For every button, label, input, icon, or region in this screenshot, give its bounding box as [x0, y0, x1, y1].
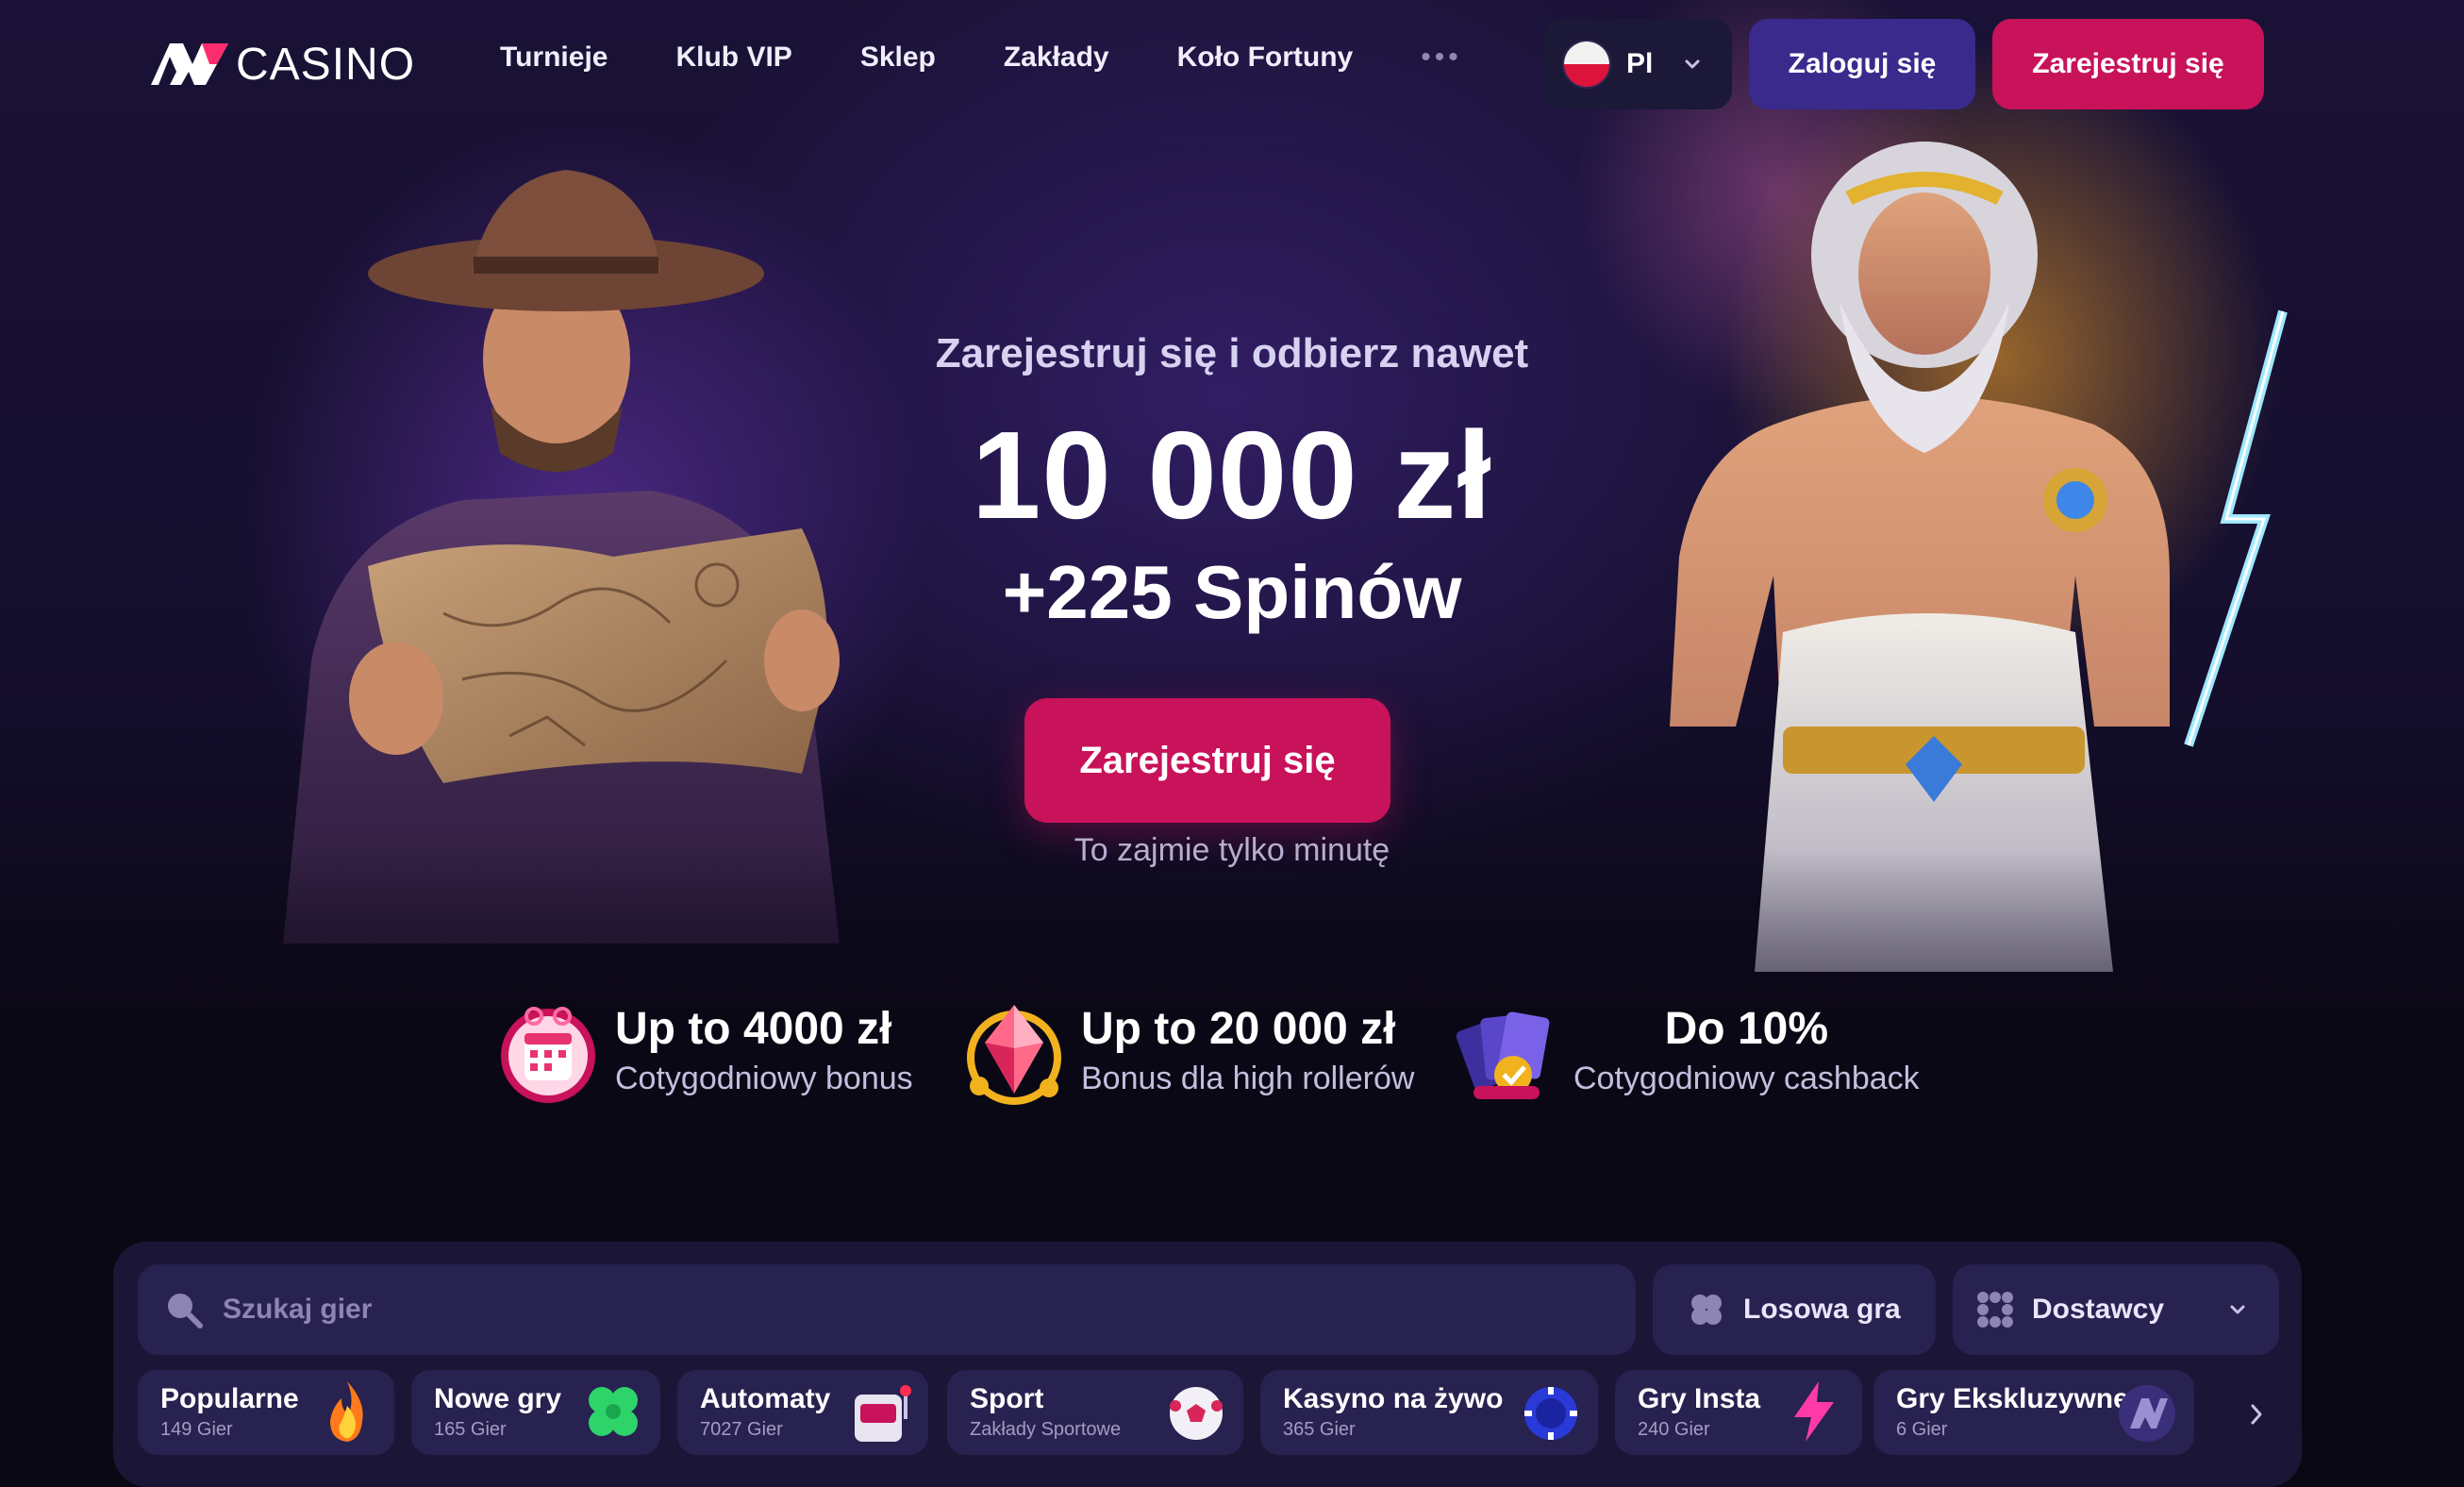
hero-spins: +225 Spinów	[1002, 550, 1462, 634]
nav-item-bets[interactable]: Zakłady	[1004, 42, 1109, 74]
category-slots[interactable]: Automaty 7027 Gier	[677, 1370, 928, 1455]
clover-icon	[589, 1387, 638, 1436]
search-input[interactable]	[221, 1293, 1545, 1327]
fire-icon	[330, 1381, 363, 1442]
category-insta-games[interactable]: Gry Insta 240 Gier	[1615, 1370, 1862, 1455]
nav-item-wheel-of-fortune[interactable]: Koło Fortuny	[1177, 42, 1354, 74]
login-button[interactable]: Zaloguj się	[1749, 19, 1975, 109]
cards-icon	[1456, 1011, 1550, 1099]
providers-grid-icon	[1977, 1292, 2013, 1328]
feature-title: Do 10%	[1664, 1004, 1829, 1054]
category-exclusive-games[interactable]: Gry Ekskluzywne 6 Gier	[1873, 1370, 2194, 1455]
random-game-label: Losowa gra	[1743, 1294, 1901, 1325]
slot-machine-icon	[855, 1385, 911, 1442]
feature-cashback: Do 10% Cotygodniowy cashback	[1455, 991, 1920, 1113]
poland-flag-icon	[1564, 42, 1609, 87]
av-logo-icon	[151, 43, 228, 85]
hero-subtitle: Zarejestruj się i odbierz nawet	[935, 330, 1529, 376]
feature-high-roller-bonus: Up to 20 000 zł Bonus dla high rollerów	[962, 991, 1414, 1113]
hero-register-button[interactable]: Zarejestruj się	[1024, 698, 1390, 823]
providers-label: Dostawcy	[2032, 1294, 2165, 1325]
lightning-icon	[1794, 1381, 1834, 1442]
category-live-casino[interactable]: Kasyno na żywo 365 Gier	[1260, 1370, 1598, 1455]
calendar-icon	[501, 1007, 595, 1103]
feature-weekly-bonus: Up to 4000 zł Cotygodniowy bonus	[496, 991, 913, 1113]
clover-icon	[1691, 1295, 1722, 1325]
main-nav: Turnieje Klub VIP Sklep Zakłady Koło For…	[500, 42, 1462, 74]
more-menu-icon[interactable]: •••	[1421, 42, 1462, 74]
gem-icon	[967, 1005, 1061, 1105]
search-icon	[168, 1294, 203, 1328]
random-game-button[interactable]: Losowa gra	[1653, 1264, 1936, 1355]
chevron-down-icon	[2230, 1305, 2245, 1314]
chevron-right-icon[interactable]	[2245, 1400, 2268, 1429]
top-header: CASINO Turnieje Klub VIP Sklep Zakłady K…	[0, 0, 2464, 128]
nav-item-shop[interactable]: Sklep	[860, 42, 936, 74]
poker-chip-icon	[1524, 1387, 1577, 1440]
feature-title: Up to 4000 zł	[615, 1004, 892, 1054]
chevron-down-icon	[1685, 59, 1700, 69]
register-button[interactable]: Zarejestruj się	[1992, 19, 2264, 109]
feature-desc: Cotygodniowy cashback	[1573, 1061, 1920, 1096]
soccer-ball-icon	[1170, 1387, 1223, 1440]
category-sport[interactable]: Sport Zakłady Sportowe	[947, 1370, 1243, 1455]
av-logo-icon	[2119, 1385, 2175, 1442]
language-code: Pl	[1626, 48, 1654, 79]
feature-title: Up to 20 000 zł	[1081, 1004, 1396, 1054]
game-search-bar[interactable]	[138, 1264, 1636, 1355]
category-popular[interactable]: Popularne 149 Gier	[138, 1370, 394, 1455]
logo-text: CASINO	[236, 39, 416, 90]
category-new-games[interactable]: Nowe gry 165 Gier	[411, 1370, 660, 1455]
casino-logo[interactable]: CASINO	[151, 36, 415, 92]
language-selector[interactable]: Pl	[1543, 19, 1732, 109]
hero-note: To zajmie tylko minutę	[1074, 832, 1390, 868]
providers-dropdown[interactable]: Dostawcy	[1953, 1264, 2279, 1355]
hero-bonus-amount: 10 000 zł	[971, 406, 1493, 544]
feature-desc: Cotygodniowy bonus	[615, 1061, 913, 1096]
feature-desc: Bonus dla high rollerów	[1081, 1061, 1415, 1096]
nav-item-tournaments[interactable]: Turnieje	[500, 42, 608, 74]
nav-item-vip-club[interactable]: Klub VIP	[675, 42, 791, 74]
